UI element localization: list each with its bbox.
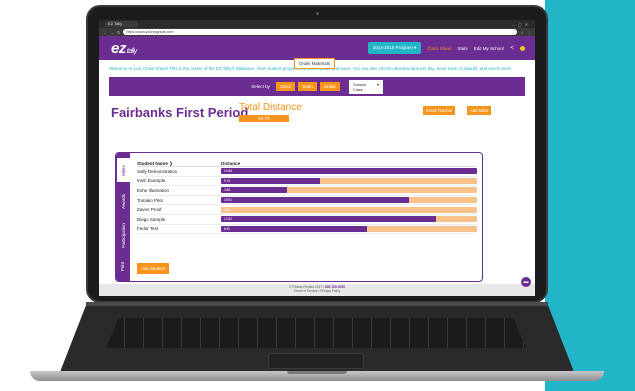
- browser-url-bar: ← → ↻ https://www.yourezgrade.com ☆ ⋮: [99, 28, 535, 36]
- tab-participation-label: Participation: [120, 222, 126, 248]
- ez-tally-logo[interactable]: eztally: [111, 40, 137, 57]
- distance-value: 12.52: [224, 217, 232, 222]
- select-grade-button[interactable]: Grade: [319, 82, 340, 91]
- select-by-label: Select by: [251, 84, 270, 89]
- browser-tab[interactable]: EZ Tally: [105, 21, 139, 27]
- scene: EZ Tally –▢✕ ← → ↻ https://www.yourezgra…: [0, 0, 635, 391]
- distance-bar: 14.88: [221, 168, 477, 175]
- student-name: Diego Sample: [137, 216, 166, 222]
- tab-print[interactable]: Print: [116, 255, 130, 277]
- add-student-button[interactable]: Add Student: [137, 263, 170, 274]
- distance-value: 3.85: [224, 188, 231, 193]
- class-dropdown[interactable]: Sample Class ▾: [348, 79, 383, 94]
- nav-class-sheet[interactable]: Class Sheet: [427, 46, 451, 51]
- distance-bar-fill: [221, 225, 368, 232]
- email-teacher-button[interactable]: Email Teacher: [423, 106, 456, 115]
- header-student-name[interactable]: Student Name ❯: [137, 161, 221, 166]
- camera-icon: [315, 12, 319, 15]
- distance-bar-fill: [221, 216, 437, 223]
- share-icon[interactable]: ≺: [510, 45, 514, 51]
- table-row[interactable]: Sally Demonstration 14.88: [137, 167, 477, 177]
- total-distance-label: Total Distance: [239, 102, 302, 113]
- tab-miles-label: Miles: [120, 164, 126, 176]
- distance-bar: 10.91: [221, 197, 477, 204]
- laptop-trackpad: [268, 353, 364, 369]
- student-name: Zavier Proof: [137, 207, 162, 213]
- logo-text: tally: [126, 47, 137, 55]
- bookmark-star-icon[interactable]: ☆: [520, 30, 524, 35]
- tab-awards-label: Awards: [120, 193, 126, 209]
- nav-edit-my-school[interactable]: Edit My School: [474, 46, 504, 51]
- table-row[interactable]: Zavier Proof 0.00: [137, 205, 477, 215]
- nav-stats[interactable]: Stats: [458, 46, 468, 51]
- total-distance-value: 54.75: [239, 115, 289, 122]
- chevron-down-icon: ▾: [376, 81, 379, 87]
- distance-value: 14.88: [224, 169, 232, 174]
- distance-bar: 8.51: [221, 225, 477, 232]
- tab-print-label: Print: [120, 261, 126, 271]
- add-miles-button[interactable]: Add Miles: [467, 106, 492, 115]
- distance-bar: 0.00: [221, 206, 477, 213]
- laptop-lid: EZ Tally –▢✕ ← → ↻ https://www.yourezgra…: [86, 5, 548, 303]
- url-input[interactable]: https://www.yourezgrade.com: [123, 29, 518, 35]
- table-row[interactable]: Fedor Test 8.51: [137, 225, 477, 235]
- distance-bar: 5.75: [221, 177, 477, 184]
- help-bulb-icon[interactable]: [520, 45, 525, 51]
- distance-bar: 3.85: [221, 187, 477, 194]
- window-controls-icon[interactable]: –▢✕: [513, 22, 535, 27]
- tab-participation[interactable]: Participation: [116, 217, 130, 253]
- back-icon[interactable]: ←: [103, 30, 107, 35]
- student-name: Tomako Pilot: [137, 197, 163, 203]
- table-body: Sally Demonstration 14.88 Irwin Example 5.7…: [137, 167, 477, 235]
- app-header: eztally 2014-2015 Program ▾ Class Sheet …: [99, 36, 535, 69]
- table-row[interactable]: Irwin Example 5.75: [137, 177, 477, 187]
- table-row[interactable]: Eshe Illustration 3.85: [137, 186, 477, 196]
- distance-bar-fill: [221, 177, 320, 184]
- logo-mark: ez: [111, 39, 126, 57]
- distance-value: 0.00: [224, 207, 231, 212]
- program-select-button[interactable]: 2014-2015 Program ▾: [367, 42, 422, 54]
- table-row[interactable]: Diego Sample 12.52: [137, 215, 477, 225]
- vertical-tabs: Miles Awards Participation Print: [116, 153, 130, 281]
- student-name: Fedor Test: [137, 226, 159, 232]
- header-nav: 2014-2015 Program ▾ Class Sheet Stats Ed…: [367, 42, 525, 54]
- student-name: Eshe Illustration: [137, 187, 170, 193]
- menu-dots-icon[interactable]: ⋮: [527, 30, 531, 35]
- student-name: Sally Demonstration: [137, 168, 178, 174]
- laptop-screen: EZ Tally –▢✕ ← → ↻ https://www.yourezgra…: [99, 20, 535, 296]
- distance-bar-fill: [221, 168, 477, 175]
- browser-tab-bar: EZ Tally –▢✕: [99, 20, 535, 28]
- page-title: Fairbanks First Period: [111, 105, 249, 120]
- chat-bubble-icon[interactable]: ▬: [521, 277, 531, 287]
- distance-value: 8.51: [224, 226, 231, 231]
- class-dropdown-value: Sample Class: [352, 81, 367, 92]
- distance-value: 5.75: [224, 178, 231, 183]
- tab-awards[interactable]: Awards: [116, 187, 130, 215]
- student-panel: Miles Awards Participation Print Student…: [115, 152, 483, 282]
- distance-bar: 12.52: [221, 216, 477, 223]
- distance-bar-fill: [221, 197, 409, 204]
- select-by-bar: Select by Class Team Grade Sample Class …: [109, 77, 525, 96]
- distance-table: Student Name ❯ Distance Sally Demonstrat…: [137, 161, 477, 235]
- laptop-notch: [287, 371, 347, 374]
- title-row: Fairbanks First Period Total Distance 54…: [111, 100, 525, 126]
- forward-icon[interactable]: →: [110, 30, 114, 35]
- reload-icon[interactable]: ↻: [117, 30, 120, 35]
- laptop-keyboard: [106, 318, 526, 348]
- footer-links[interactable]: Terms of Service • Privacy Policy: [99, 289, 535, 293]
- tab-miles[interactable]: Miles: [116, 157, 130, 183]
- select-class-button[interactable]: Class: [275, 82, 295, 91]
- select-team-button[interactable]: Team: [297, 82, 317, 91]
- distance-bar-fill: [221, 187, 288, 194]
- distance-value: 10.91: [224, 198, 232, 203]
- footer: © Fitness Finders 2017 • 800-789-9255 Te…: [99, 284, 535, 296]
- header-distance: Distance: [221, 161, 241, 166]
- student-name: Irwin Example: [137, 178, 166, 184]
- table-row[interactable]: Tomako Pilot 10.91: [137, 196, 477, 206]
- dropdown-order-materials[interactable]: Order Materials: [294, 58, 336, 69]
